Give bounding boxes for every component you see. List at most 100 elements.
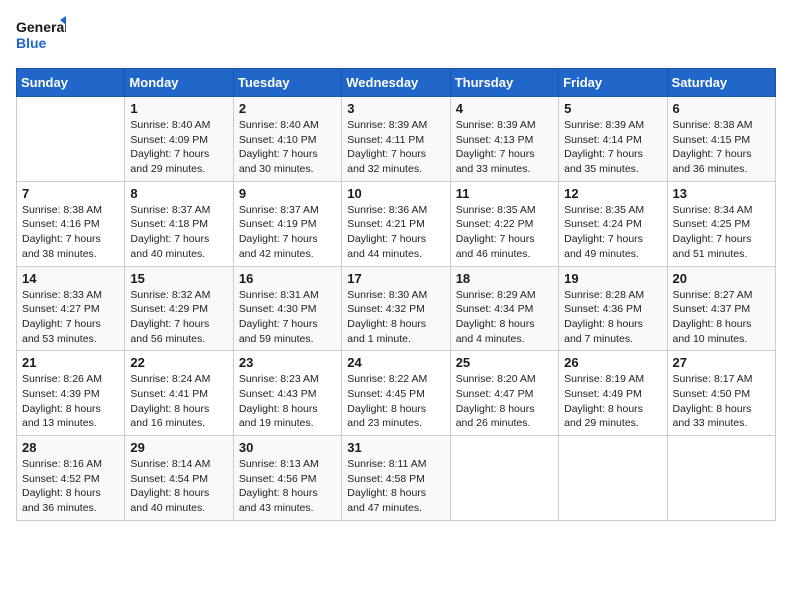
day-number: 9 [239,186,336,201]
day-info: Sunrise: 8:29 AM Sunset: 4:34 PM Dayligh… [456,288,553,347]
day-info: Sunrise: 8:35 AM Sunset: 4:24 PM Dayligh… [564,203,661,262]
calendar-cell: 14 Sunrise: 8:33 AM Sunset: 4:27 PM Dayl… [17,266,125,351]
day-number: 12 [564,186,661,201]
day-info: Sunrise: 8:38 AM Sunset: 4:15 PM Dayligh… [673,118,770,177]
calendar-week-4: 21 Sunrise: 8:26 AM Sunset: 4:39 PM Dayl… [17,351,776,436]
header-tuesday: Tuesday [233,69,341,97]
day-info: Sunrise: 8:27 AM Sunset: 4:37 PM Dayligh… [673,288,770,347]
calendar-cell: 1 Sunrise: 8:40 AM Sunset: 4:09 PM Dayli… [125,97,233,182]
day-info: Sunrise: 8:19 AM Sunset: 4:49 PM Dayligh… [564,372,661,431]
calendar-cell: 13 Sunrise: 8:34 AM Sunset: 4:25 PM Dayl… [667,181,775,266]
day-number: 19 [564,271,661,286]
calendar-cell: 5 Sunrise: 8:39 AM Sunset: 4:14 PM Dayli… [559,97,667,182]
day-number: 27 [673,355,770,370]
day-number: 31 [347,440,444,455]
calendar-header-row: SundayMondayTuesdayWednesdayThursdayFrid… [17,69,776,97]
calendar-cell: 29 Sunrise: 8:14 AM Sunset: 4:54 PM Dayl… [125,436,233,521]
day-number: 5 [564,101,661,116]
page-header: General Blue [16,16,776,56]
day-number: 17 [347,271,444,286]
day-info: Sunrise: 8:28 AM Sunset: 4:36 PM Dayligh… [564,288,661,347]
calendar-cell: 8 Sunrise: 8:37 AM Sunset: 4:18 PM Dayli… [125,181,233,266]
day-info: Sunrise: 8:37 AM Sunset: 4:18 PM Dayligh… [130,203,227,262]
svg-text:Blue: Blue [16,35,47,51]
day-info: Sunrise: 8:11 AM Sunset: 4:58 PM Dayligh… [347,457,444,516]
day-number: 21 [22,355,119,370]
header-saturday: Saturday [667,69,775,97]
svg-text:General: General [16,19,66,35]
day-info: Sunrise: 8:20 AM Sunset: 4:47 PM Dayligh… [456,372,553,431]
day-number: 30 [239,440,336,455]
calendar-cell [559,436,667,521]
day-info: Sunrise: 8:24 AM Sunset: 4:41 PM Dayligh… [130,372,227,431]
day-number: 2 [239,101,336,116]
day-info: Sunrise: 8:32 AM Sunset: 4:29 PM Dayligh… [130,288,227,347]
calendar-cell: 10 Sunrise: 8:36 AM Sunset: 4:21 PM Dayl… [342,181,450,266]
calendar-cell: 7 Sunrise: 8:38 AM Sunset: 4:16 PM Dayli… [17,181,125,266]
day-number: 3 [347,101,444,116]
day-info: Sunrise: 8:37 AM Sunset: 4:19 PM Dayligh… [239,203,336,262]
calendar-cell: 3 Sunrise: 8:39 AM Sunset: 4:11 PM Dayli… [342,97,450,182]
day-info: Sunrise: 8:35 AM Sunset: 4:22 PM Dayligh… [456,203,553,262]
calendar-cell [450,436,558,521]
day-number: 25 [456,355,553,370]
calendar-cell: 17 Sunrise: 8:30 AM Sunset: 4:32 PM Dayl… [342,266,450,351]
day-number: 20 [673,271,770,286]
calendar-cell: 4 Sunrise: 8:39 AM Sunset: 4:13 PM Dayli… [450,97,558,182]
calendar-cell: 26 Sunrise: 8:19 AM Sunset: 4:49 PM Dayl… [559,351,667,436]
calendar-cell: 19 Sunrise: 8:28 AM Sunset: 4:36 PM Dayl… [559,266,667,351]
calendar-cell: 23 Sunrise: 8:23 AM Sunset: 4:43 PM Dayl… [233,351,341,436]
day-number: 23 [239,355,336,370]
day-number: 6 [673,101,770,116]
day-info: Sunrise: 8:14 AM Sunset: 4:54 PM Dayligh… [130,457,227,516]
day-info: Sunrise: 8:23 AM Sunset: 4:43 PM Dayligh… [239,372,336,431]
calendar-week-3: 14 Sunrise: 8:33 AM Sunset: 4:27 PM Dayl… [17,266,776,351]
day-number: 16 [239,271,336,286]
day-number: 26 [564,355,661,370]
day-info: Sunrise: 8:39 AM Sunset: 4:13 PM Dayligh… [456,118,553,177]
day-info: Sunrise: 8:39 AM Sunset: 4:11 PM Dayligh… [347,118,444,177]
header-sunday: Sunday [17,69,125,97]
day-info: Sunrise: 8:39 AM Sunset: 4:14 PM Dayligh… [564,118,661,177]
logo-svg: General Blue [16,16,66,56]
header-friday: Friday [559,69,667,97]
day-info: Sunrise: 8:17 AM Sunset: 4:50 PM Dayligh… [673,372,770,431]
day-info: Sunrise: 8:38 AM Sunset: 4:16 PM Dayligh… [22,203,119,262]
logo: General Blue [16,16,66,56]
calendar-cell: 25 Sunrise: 8:20 AM Sunset: 4:47 PM Dayl… [450,351,558,436]
day-number: 4 [456,101,553,116]
calendar-week-5: 28 Sunrise: 8:16 AM Sunset: 4:52 PM Dayl… [17,436,776,521]
calendar-cell: 24 Sunrise: 8:22 AM Sunset: 4:45 PM Dayl… [342,351,450,436]
day-number: 7 [22,186,119,201]
calendar-cell [667,436,775,521]
day-number: 29 [130,440,227,455]
calendar-cell: 16 Sunrise: 8:31 AM Sunset: 4:30 PM Dayl… [233,266,341,351]
calendar-cell: 18 Sunrise: 8:29 AM Sunset: 4:34 PM Dayl… [450,266,558,351]
calendar-cell: 15 Sunrise: 8:32 AM Sunset: 4:29 PM Dayl… [125,266,233,351]
calendar-cell: 12 Sunrise: 8:35 AM Sunset: 4:24 PM Dayl… [559,181,667,266]
calendar-cell: 21 Sunrise: 8:26 AM Sunset: 4:39 PM Dayl… [17,351,125,436]
day-info: Sunrise: 8:40 AM Sunset: 4:09 PM Dayligh… [130,118,227,177]
day-info: Sunrise: 8:40 AM Sunset: 4:10 PM Dayligh… [239,118,336,177]
day-info: Sunrise: 8:26 AM Sunset: 4:39 PM Dayligh… [22,372,119,431]
day-number: 13 [673,186,770,201]
day-number: 10 [347,186,444,201]
day-info: Sunrise: 8:30 AM Sunset: 4:32 PM Dayligh… [347,288,444,347]
calendar-cell: 30 Sunrise: 8:13 AM Sunset: 4:56 PM Dayl… [233,436,341,521]
calendar-cell: 2 Sunrise: 8:40 AM Sunset: 4:10 PM Dayli… [233,97,341,182]
day-number: 15 [130,271,227,286]
header-wednesday: Wednesday [342,69,450,97]
day-number: 1 [130,101,227,116]
day-info: Sunrise: 8:16 AM Sunset: 4:52 PM Dayligh… [22,457,119,516]
day-info: Sunrise: 8:36 AM Sunset: 4:21 PM Dayligh… [347,203,444,262]
day-info: Sunrise: 8:34 AM Sunset: 4:25 PM Dayligh… [673,203,770,262]
day-number: 8 [130,186,227,201]
calendar-cell: 9 Sunrise: 8:37 AM Sunset: 4:19 PM Dayli… [233,181,341,266]
calendar-cell: 31 Sunrise: 8:11 AM Sunset: 4:58 PM Dayl… [342,436,450,521]
calendar-week-2: 7 Sunrise: 8:38 AM Sunset: 4:16 PM Dayli… [17,181,776,266]
day-info: Sunrise: 8:13 AM Sunset: 4:56 PM Dayligh… [239,457,336,516]
day-number: 22 [130,355,227,370]
day-number: 11 [456,186,553,201]
calendar-cell [17,97,125,182]
day-number: 28 [22,440,119,455]
